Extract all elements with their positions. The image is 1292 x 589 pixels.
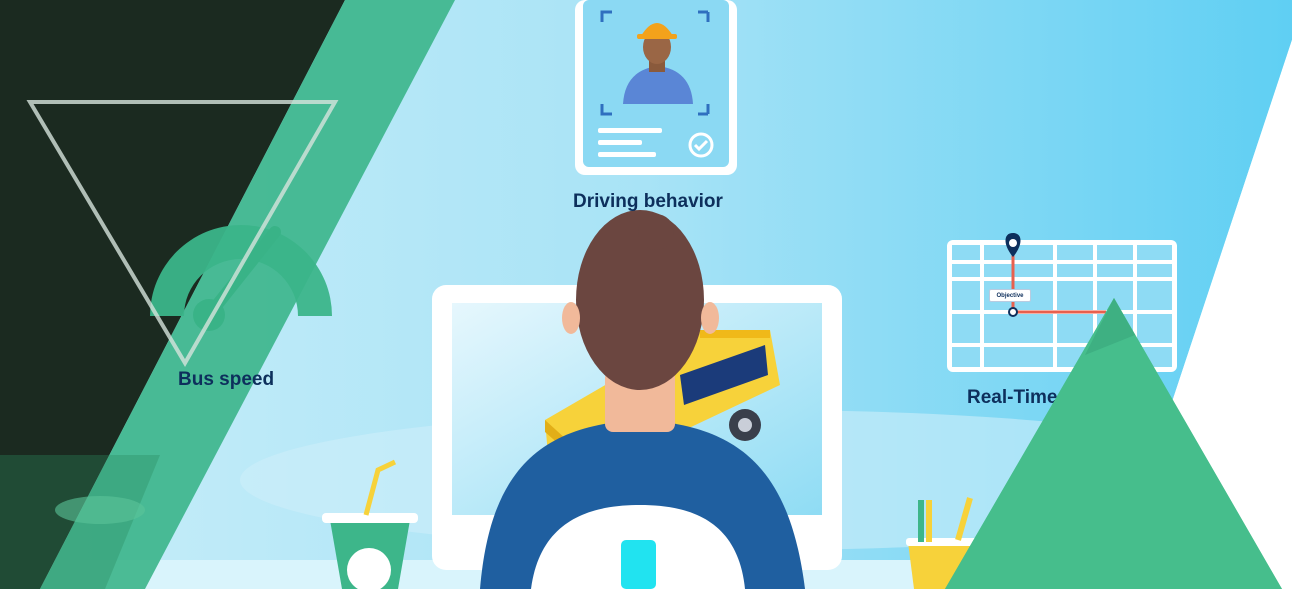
- illustration-scene: [0, 0, 1292, 589]
- objective-tag: Objective: [989, 289, 1031, 302]
- real-time-label: Real-Time T: [967, 387, 1075, 408]
- bus-speed-label: Bus speed: [178, 369, 275, 390]
- worker-id-card-icon: [575, 0, 737, 175]
- driving-behavior-label: Driving behavior: [573, 191, 723, 212]
